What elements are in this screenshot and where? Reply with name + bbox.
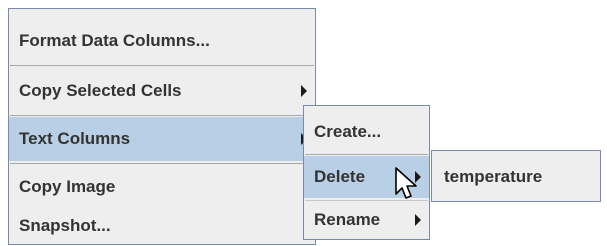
- menu-item-label: Rename: [314, 210, 381, 229]
- menu-separator: [305, 154, 428, 155]
- mouse-pointer-icon: [395, 167, 417, 199]
- menu-item-label: Copy Selected Cells: [19, 81, 182, 100]
- menu-item-label: Copy Image: [19, 177, 116, 196]
- menu-item-format-data-columns[interactable]: Format Data Columns...: [9, 19, 315, 63]
- menu-item-snapshot[interactable]: Snapshot...: [9, 207, 315, 245]
- context-menu: Format Data Columns... Copy Selected Cel…: [8, 8, 316, 245]
- menu-item-rename[interactable]: Rename: [304, 202, 429, 238]
- menu-separator: [10, 115, 314, 116]
- menu-item-copy-selected-cells[interactable]: Copy Selected Cells: [9, 69, 315, 113]
- menu-item-text-columns[interactable]: Text Columns: [9, 117, 315, 161]
- chevron-right-icon: [301, 85, 307, 97]
- menu-item-label: temperature: [444, 167, 543, 186]
- chevron-right-icon: [415, 214, 421, 226]
- delete-submenu: temperature: [431, 150, 601, 202]
- menu-item-label: Snapshot...: [19, 216, 111, 235]
- menu-item-label: Format Data Columns...: [19, 31, 210, 50]
- menu-item-temperature[interactable]: temperature: [432, 157, 600, 197]
- menu-separator: [10, 163, 314, 164]
- menu-item-create[interactable]: Create...: [304, 112, 429, 152]
- menu-separator: [10, 65, 314, 66]
- menu-item-label: Delete: [314, 167, 366, 186]
- menu-item-copy-image[interactable]: Copy Image: [9, 167, 315, 207]
- menu-item-label: Create...: [314, 122, 382, 141]
- menu-item-label: Text Columns: [19, 129, 131, 148]
